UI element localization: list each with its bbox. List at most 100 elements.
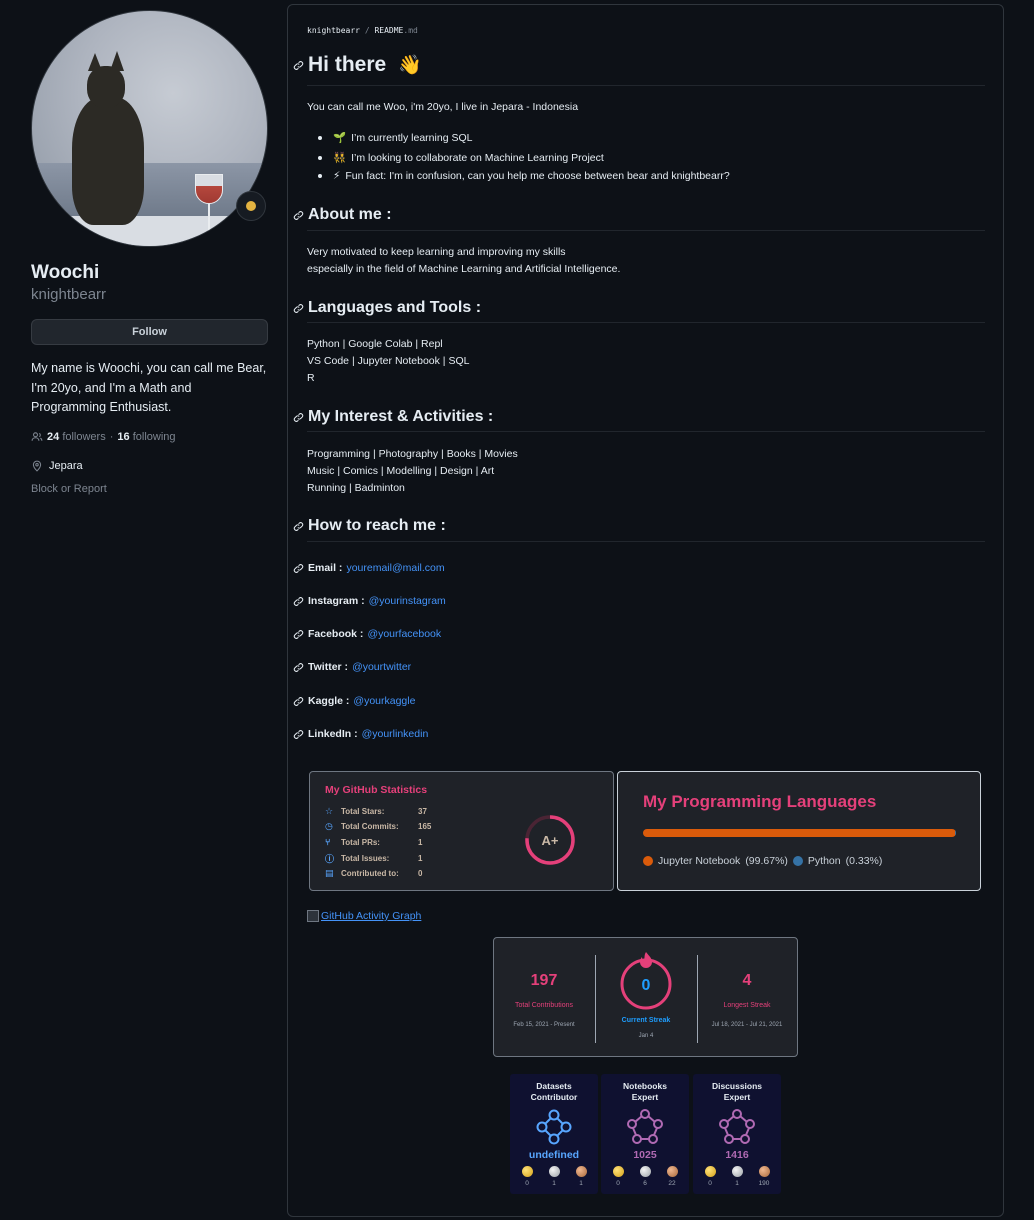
anchor-link-icon[interactable] [293,729,304,740]
contact-kaggle: Kaggle : @yourkaggle [293,695,415,707]
profile-username: knightbearr [31,286,107,303]
waving-hand-icon: 👋 [398,55,422,76]
breadcrumb-file[interactable]: README [374,26,403,35]
contact-label: Facebook : [308,628,364,640]
contact-facebook: Facebook : @yourfacebook [293,628,441,640]
anchor-link-icon[interactable] [293,629,304,640]
breadcrumb-user[interactable]: knightbearr [307,26,360,35]
anchor-link-icon[interactable] [293,563,304,574]
avatar-cat-ear [110,51,124,71]
stat-row: ⑂ Total PRs: 1 [325,837,422,847]
contact-link[interactable]: @yourfacebook [367,628,441,640]
anchor-link-icon[interactable] [293,662,304,673]
stat-row: ▤ Contributed to: 0 [325,868,422,879]
intro-text: You can call me Woo, i'm 20yo, I live in… [307,101,579,113]
longest-streak-value: 4 [742,972,752,989]
pentagon-network-icon [627,1109,663,1144]
badge-title-line: Datasets [536,1081,572,1091]
silver-medal-icon [639,1166,651,1177]
stat-label: Total PRs: [341,837,380,847]
stat-label: Total Commits: [341,822,399,831]
total-contributions-range: Feb 15, 2021 - Present [513,1022,575,1028]
avatar[interactable] [31,10,268,247]
github-stats-card[interactable]: My GitHub Statistics ☆ Total Stars: 37 ◷ To… [309,771,614,891]
follow-button[interactable]: Follow [31,319,268,345]
people-icon [31,431,43,441]
status-button[interactable] [236,191,266,221]
divider [697,955,698,1043]
breadcrumb-separator: / [364,26,370,35]
badge-value: 1416 [725,1149,749,1161]
avatar-table [32,216,267,246]
language-name: Jupyter Notebook [658,855,741,867]
streak-stats-card[interactable]: 197 Total Contributions Feb 15, 2021 - P… [493,937,798,1057]
badge-title: Datasets Contributor [510,1081,598,1103]
badge-title-line: Expert [631,1092,659,1102]
anchor-link-icon[interactable] [293,521,304,532]
stat-value: 1 [418,854,423,863]
anchor-link-icon[interactable] [293,412,304,423]
avatar-sea [32,163,267,223]
following-link[interactable]: 16 following [117,431,175,443]
followers-link[interactable]: 24 followers [47,431,106,443]
contact-link[interactable]: @yourlinkedin [362,728,429,740]
block-report-link[interactable]: Block or Report [31,483,268,495]
languages-bar [643,829,956,837]
title-text: Hi there [308,53,387,76]
anchor-link-icon[interactable] [293,696,304,707]
language-name: Python [807,855,841,867]
network-icon [536,1109,572,1145]
anchor-link-icon[interactable] [293,210,304,221]
contact-link[interactable]: @yourinstagram [369,595,446,607]
gold-medal: 0 [520,1166,534,1187]
bronze-medal-icon [575,1166,587,1177]
contact-link[interactable]: @yourtwitter [352,661,411,673]
profile-fullname: Woochi [31,262,100,283]
stat-row: ☆ Total Stars: 37 [325,806,427,817]
list-item-text: I’m currently learning SQL [351,131,473,144]
contact-twitter: Twitter : @yourtwitter [293,661,411,673]
stat-label: Total Issues: [341,854,390,863]
anchor-link-icon[interactable] [293,303,304,314]
pentagon-network-icon [719,1109,755,1144]
anchor-link-icon[interactable] [293,60,304,71]
stat-label: Total Stars: [341,807,385,816]
divider [595,955,596,1043]
kaggle-discussions-badge[interactable]: Discussions Expert 1416 0 1 190 [693,1074,781,1194]
interest-line: Programming | Photography | Books | Movi… [307,448,518,460]
stat-row: ◷ Total Commits: 165 [325,821,431,832]
list-bullet [318,135,322,140]
badge-title-line: Contributor [530,1092,578,1102]
bronze-medal-icon [666,1166,678,1177]
stat-row: ⓘ Total Issues: 1 [325,852,422,865]
profile-location: Jepara [31,460,268,472]
badge-value: undefined [528,1149,580,1161]
anchor-link-icon[interactable] [293,596,304,607]
current-streak-value: 0 [642,977,651,994]
silver-medal-icon [548,1166,560,1177]
tools-line: Python | Google Colab | Repl [307,338,443,350]
gold-medal-icon [612,1166,624,1177]
medal-count: 6 [643,1180,647,1187]
kaggle-datasets-badge[interactable]: Datasets Contributor undefined 0 1 1 [510,1074,598,1194]
kaggle-notebooks-badge[interactable]: Notebooks Expert 1025 0 6 22 [601,1074,689,1194]
medal-count: 22 [668,1180,676,1187]
contact-link[interactable]: youremail@mail.com [346,562,444,574]
status-emoji-icon [246,201,256,211]
fire-icon [640,952,652,968]
activity-graph-link[interactable]: GitHub Activity Graph [307,910,421,922]
stat-label: Contributed to: [341,869,399,878]
bronze-medal: 22 [665,1166,679,1187]
avatar-cat-ear [88,53,102,71]
languages-title: My Programming Languages [643,792,877,811]
location-pin-icon [32,460,42,472]
languages-card[interactable]: My Programming Languages Jupyter Noteboo… [617,771,981,891]
gold-medal: 0 [703,1166,717,1187]
heading-text: How to reach me : [308,517,446,534]
heading-text: Languages and Tools : [308,299,482,316]
contact-link[interactable]: @yourkaggle [353,695,415,707]
interest-heading: My Interest & Activities : [293,408,493,426]
badge-title: Notebooks Expert [601,1081,689,1103]
jupyter-dot-icon [643,856,653,866]
location-text: Jepara [49,459,83,472]
